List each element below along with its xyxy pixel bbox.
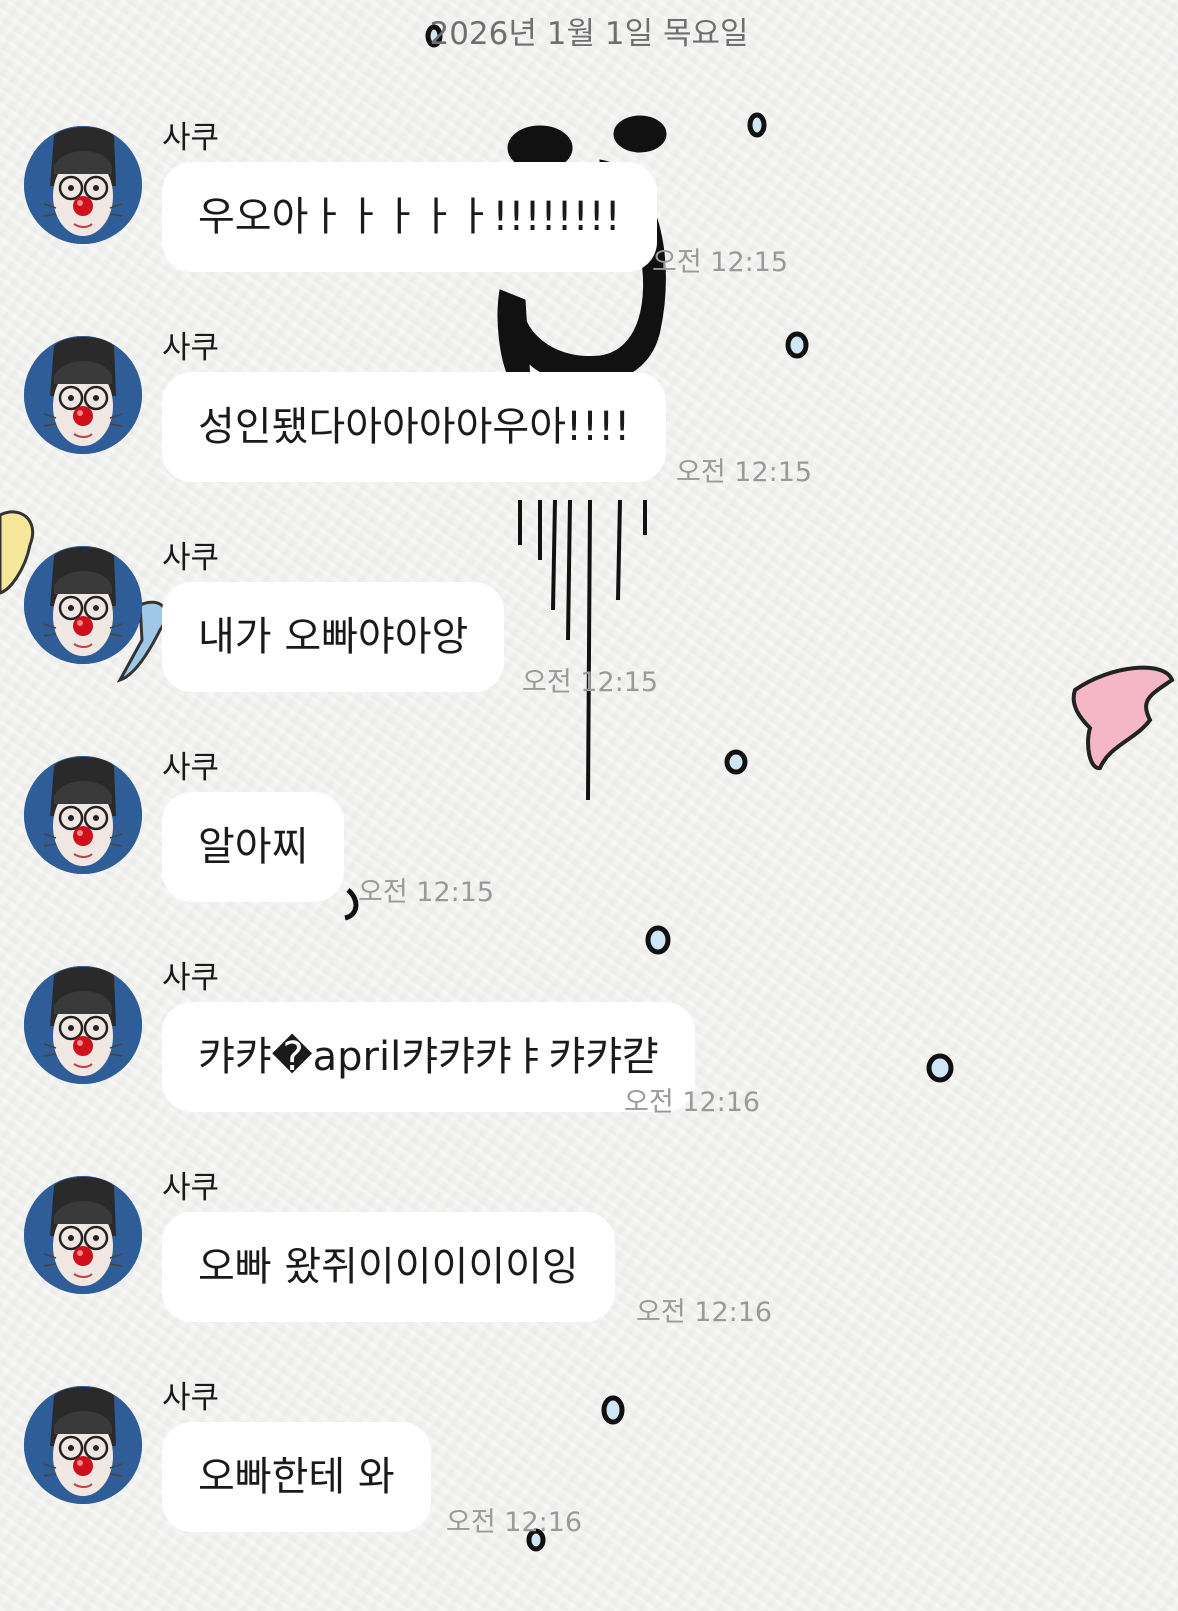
sender-name: 사쿠	[162, 960, 220, 996]
message-row: 사쿠 오빠한테 와 오전 12:16	[0, 1372, 1178, 1552]
message-time: 오전 12:15	[358, 877, 495, 908]
message-time: 오전 12:16	[624, 1087, 761, 1118]
sender-name: 사쿠	[162, 540, 220, 576]
message-bubble[interactable]: 우오아ㅏㅏㅏㅏㅏ!!!!!!!!	[162, 162, 657, 272]
avatar[interactable]	[24, 1386, 142, 1504]
avatar[interactable]	[24, 126, 142, 244]
message-row: 사쿠 알아찌 오전 12:15	[0, 742, 1178, 922]
message-row: 사쿠 내가 오빠야아앙 오전 12:15	[0, 532, 1178, 712]
sender-name: 사쿠	[162, 750, 220, 786]
avatar[interactable]	[24, 1176, 142, 1294]
message-bubble[interactable]: 오빠한테 와	[162, 1422, 431, 1532]
message-row: 사쿠 성인됐다아아아아우아!!!! 오전 12:15	[0, 322, 1178, 502]
message-bubble[interactable]: 캬캬�april캬캬캬ㅑ캬캬캳	[162, 1002, 695, 1112]
message-time: 오전 12:15	[652, 247, 789, 278]
message-time: 오전 12:15	[522, 667, 659, 698]
sender-name: 사쿠	[162, 1380, 220, 1416]
avatar[interactable]	[24, 756, 142, 874]
message-bubble[interactable]: 내가 오빠야아앙	[162, 582, 505, 692]
message-row: 사쿠 오빠 왔쥐이이이이이잉 오전 12:16	[0, 1162, 1178, 1342]
message-time: 오전 12:16	[636, 1297, 773, 1328]
avatar[interactable]	[24, 336, 142, 454]
message-row: 사쿠 우오아ㅏㅏㅏㅏㅏ!!!!!!!! 오전 12:15	[0, 112, 1178, 292]
avatar[interactable]	[24, 966, 142, 1084]
sender-name: 사쿠	[162, 1170, 220, 1206]
avatar[interactable]	[24, 546, 142, 664]
message-bubble[interactable]: 성인됐다아아아아우아!!!!	[162, 372, 667, 482]
message-time: 오전 12:15	[676, 457, 813, 488]
message-row: 사쿠 캬캬�april캬캬캬ㅑ캬캬캳 오전 12:16	[0, 952, 1178, 1132]
sender-name: 사쿠	[162, 330, 220, 366]
message-time: 오전 12:16	[446, 1507, 583, 1538]
date-divider: 2026년 1월 1일 목요일	[429, 16, 749, 52]
message-bubble[interactable]: 오빠 왔쥐이이이이이잉	[162, 1212, 615, 1322]
message-bubble[interactable]: 알아찌	[162, 792, 345, 902]
sender-name: 사쿠	[162, 120, 220, 156]
